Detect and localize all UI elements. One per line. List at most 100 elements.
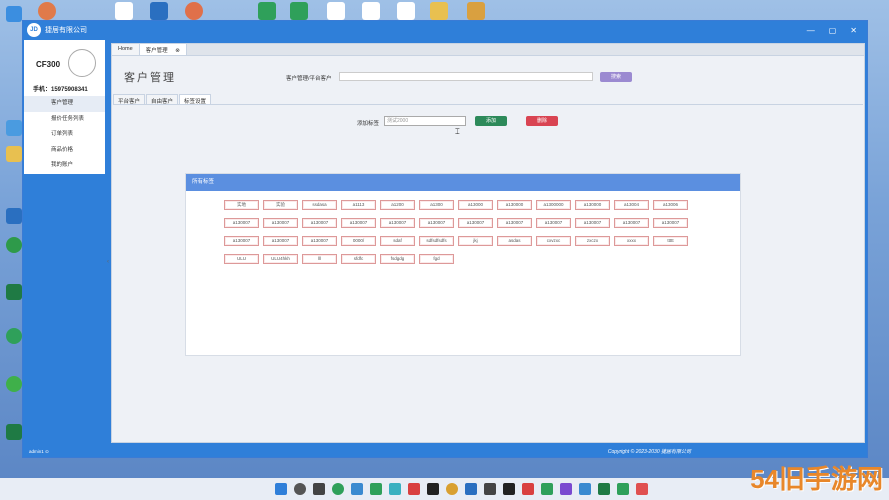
collapse-sidebar-icon[interactable]: ‹: [107, 259, 109, 265]
sidebar-item-account[interactable]: 我的账户: [24, 158, 105, 174]
tab-customers[interactable]: 客户管理 ⊗: [139, 44, 187, 55]
computer-icon[interactable]: [6, 6, 22, 22]
tag-chip[interactable]: jkj: [458, 236, 493, 246]
tag-chip[interactable]: a13000: [458, 200, 493, 210]
browser-icon[interactable]: [6, 328, 22, 344]
tag-chip[interactable]: a1113: [341, 200, 376, 210]
app2-icon[interactable]: [389, 483, 401, 495]
avatar[interactable]: [68, 49, 96, 77]
excel-top-icon[interactable]: [258, 2, 276, 20]
visual-studio-icon[interactable]: [560, 483, 572, 495]
tag-chip[interactable]: a130007: [224, 236, 259, 246]
file-icon[interactable]: [327, 2, 345, 20]
tab-home[interactable]: Home: [112, 44, 140, 55]
tag-chip[interactable]: a130007: [302, 236, 337, 246]
app-icon[interactable]: [6, 208, 22, 224]
tag-chip[interactable]: fgd: [419, 254, 454, 264]
tag-chip[interactable]: asdas: [497, 236, 532, 246]
tag-chip[interactable]: xxxx: [614, 236, 649, 246]
file2-icon[interactable]: [362, 2, 380, 20]
chrome-icon[interactable]: [6, 237, 22, 253]
file3-icon[interactable]: [397, 2, 415, 20]
tag-chip[interactable]: zxczx: [575, 236, 610, 246]
tag-chip[interactable]: a130000: [575, 200, 610, 210]
user-icon[interactable]: [185, 2, 203, 20]
tag-chip[interactable]: ULU: [224, 254, 259, 264]
search-button[interactable]: 搜索: [600, 72, 632, 82]
tag-chip[interactable]: sfdfc: [341, 254, 376, 264]
search-input[interactable]: [339, 72, 593, 81]
app3-icon[interactable]: [408, 483, 420, 495]
folder-top-icon[interactable]: [430, 2, 448, 20]
tag-chip[interactable]: fsdgdg: [380, 254, 415, 264]
maximize-button[interactable]: ▢: [829, 26, 837, 35]
folder-icon[interactable]: [6, 146, 22, 162]
tag-chip[interactable]: a13004: [614, 200, 649, 210]
tag-chip[interactable]: a130007: [497, 218, 532, 228]
app8-icon[interactable]: [541, 483, 553, 495]
app7-icon[interactable]: [522, 483, 534, 495]
edge-icon[interactable]: [332, 483, 344, 495]
store-icon[interactable]: [351, 483, 363, 495]
delete-tag-button[interactable]: 删除: [526, 116, 558, 126]
tag-chip[interactable]: 0000/: [341, 236, 376, 246]
sheet-top-icon[interactable]: [290, 2, 308, 20]
excel-icon[interactable]: [6, 284, 22, 300]
tag-chip[interactable]: 实验: [263, 200, 298, 210]
terminal-icon[interactable]: [503, 483, 515, 495]
add-tag-input[interactable]: 测试2000: [384, 116, 466, 126]
taskbar-top-app-icon[interactable]: [38, 2, 56, 20]
app9-icon[interactable]: [579, 483, 591, 495]
tag-chip[interactable]: a1300: [419, 200, 454, 210]
tag-chip[interactable]: a130007: [224, 218, 259, 228]
tag-chip[interactable]: a130007: [419, 218, 454, 228]
tag-chip[interactable]: a130007: [575, 218, 610, 228]
excel-file-icon[interactable]: [6, 424, 22, 440]
tag-chip[interactable]: a130000: [497, 200, 532, 210]
search-icon[interactable]: [294, 483, 306, 495]
app11-icon[interactable]: [636, 483, 648, 495]
tag-chip[interactable]: ULU4hkh: [263, 254, 298, 264]
add-app-icon[interactable]: [6, 376, 22, 392]
tag-chip[interactable]: a13006: [653, 200, 688, 210]
document-icon[interactable]: [115, 2, 133, 20]
app6-icon[interactable]: [484, 483, 496, 495]
tag-chip[interactable]: a130007: [380, 218, 415, 228]
tab-close-icon[interactable]: ⊗: [175, 48, 180, 54]
tag-chip[interactable]: ssdasa: [302, 200, 337, 210]
tag-chip[interactable]: a130007: [458, 218, 493, 228]
tag-chip[interactable]: 实地: [224, 200, 259, 210]
minimize-button[interactable]: —: [807, 26, 815, 35]
app10-icon[interactable]: [617, 483, 629, 495]
app4-icon[interactable]: [427, 483, 439, 495]
tag-chip[interactable]: a130007: [302, 218, 337, 228]
package-icon[interactable]: [467, 2, 485, 20]
task-view-icon[interactable]: [313, 483, 325, 495]
tag-chip[interactable]: a130007: [653, 218, 688, 228]
tag-chip[interactable]: a1200: [380, 200, 415, 210]
tag-chip[interactable]: a130007: [263, 218, 298, 228]
windows-start-icon[interactable]: [275, 483, 287, 495]
tag-chip[interactable]: a1300000: [536, 200, 571, 210]
sidebar-item-orders[interactable]: 订单列表: [24, 127, 105, 143]
chrome-top-icon[interactable]: [150, 2, 168, 20]
chrome-taskbar-icon[interactable]: [446, 483, 458, 495]
recycle-bin-icon[interactable]: [6, 120, 22, 136]
tag-chip[interactable]: sdfsdfsdfs: [419, 236, 454, 246]
tag-chip[interactable]: ttttt: [653, 236, 688, 246]
tag-chip[interactable]: a130007: [341, 218, 376, 228]
tag-chip[interactable]: lll: [302, 254, 337, 264]
tag-chip[interactable]: sdaf: [380, 236, 415, 246]
tag-chip[interactable]: cxvzxc: [536, 236, 571, 246]
app1-icon[interactable]: [370, 483, 382, 495]
tag-chip[interactable]: a130007: [536, 218, 571, 228]
tag-chip[interactable]: a130007: [614, 218, 649, 228]
sidebar-item-prices[interactable]: 商品价格: [24, 143, 105, 159]
tag-chip[interactable]: a130007: [263, 236, 298, 246]
excel-taskbar-icon[interactable]: [598, 483, 610, 495]
sidebar-item-quote-tasks[interactable]: 报价任务列表: [24, 112, 105, 128]
sidebar-item-customers[interactable]: 客户管理: [24, 96, 105, 112]
close-button[interactable]: ✕: [850, 26, 857, 35]
add-tag-button[interactable]: 添加: [475, 116, 507, 126]
app5-icon[interactable]: [465, 483, 477, 495]
